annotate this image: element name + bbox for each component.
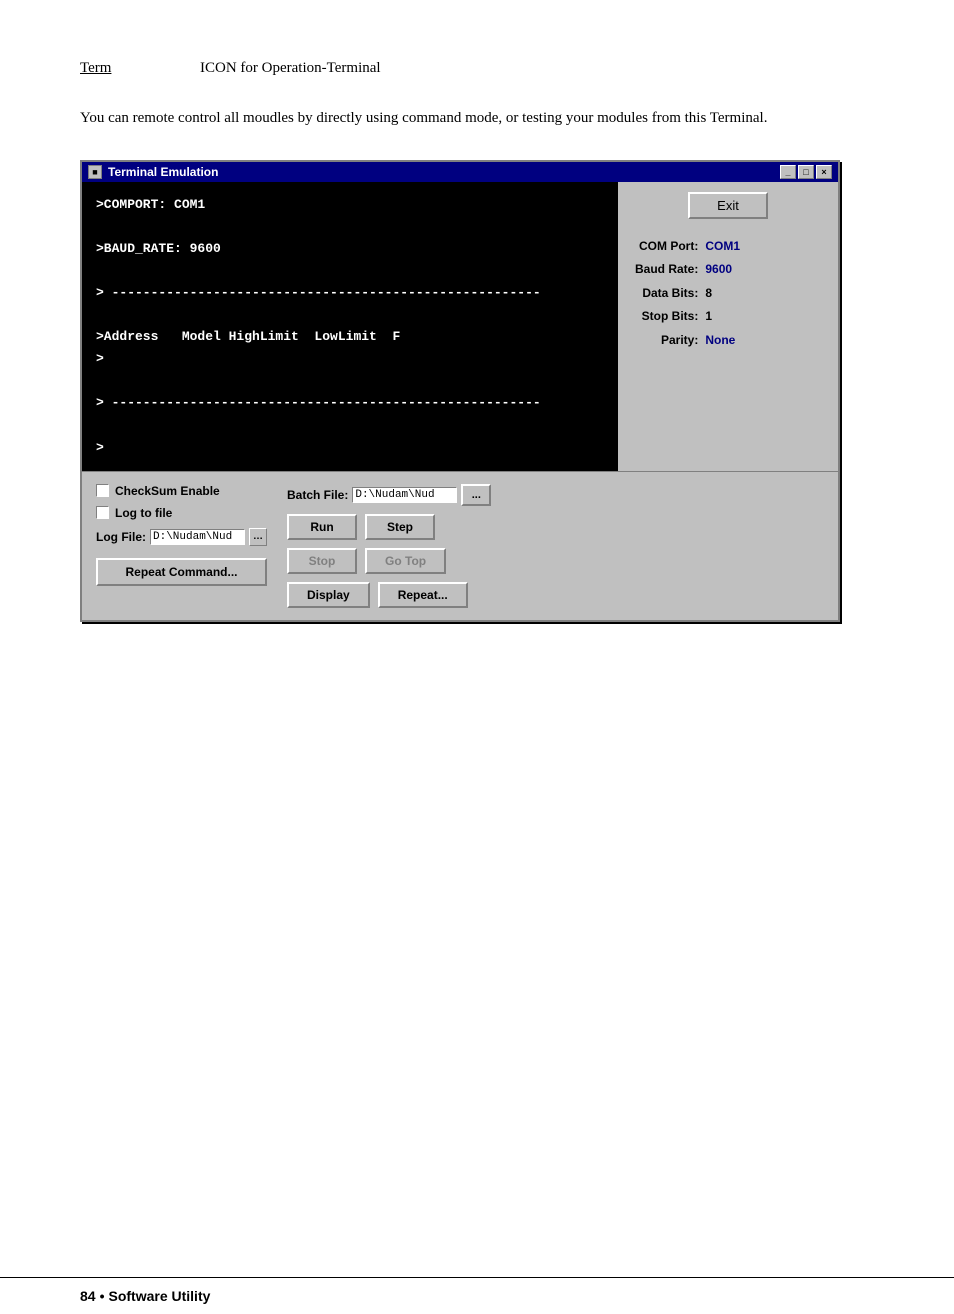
restore-button[interactable]: □ — [798, 165, 814, 179]
baud-rate-label: Baud Rate: — [632, 258, 702, 282]
repeat-button[interactable]: Repeat... — [378, 582, 468, 608]
com-port-value: COM1 — [702, 235, 743, 259]
terminal-line: >Address Model HighLimit LowLimit F — [96, 326, 604, 348]
stop-bits-value: 1 — [702, 305, 743, 329]
display-repeat-row: Display Repeat... — [287, 582, 491, 608]
term-description: ICON for Operation-Terminal — [200, 60, 381, 77]
terminal-line: > --------------------------------------… — [96, 282, 604, 304]
data-bits-value: 8 — [702, 282, 743, 306]
stop-button[interactable]: Stop — [287, 548, 357, 574]
baud-rate-value: 9600 — [702, 258, 743, 282]
log-row: Log to file — [96, 506, 267, 520]
stop-gotop-row: Stop Go Top — [287, 548, 491, 574]
term-label: Term — [80, 60, 160, 77]
footer-page-number: 84 — [80, 1288, 96, 1304]
terminal-titlebar-icon: ■ — [88, 165, 102, 179]
run-button[interactable]: Run — [287, 514, 357, 540]
terminal-line — [96, 260, 604, 282]
terminal-line: > --------------------------------------… — [96, 392, 604, 414]
exit-button[interactable]: Exit — [688, 192, 768, 219]
terminal-line — [96, 414, 604, 436]
page-footer: 84 • Software Utility — [0, 1277, 954, 1314]
log-file-input[interactable] — [150, 529, 245, 545]
titlebar-buttons: _ □ × — [780, 165, 832, 179]
parity-label: Parity: — [632, 329, 702, 353]
minimize-button[interactable]: _ — [780, 165, 796, 179]
log-browse-button[interactable]: … — [249, 528, 267, 546]
stop-bits-label: Stop Bits: — [632, 305, 702, 329]
display-button[interactable]: Display — [287, 582, 370, 608]
terminal-title: Terminal Emulation — [108, 165, 218, 179]
term-row: Term ICON for Operation-Terminal — [80, 60, 874, 77]
control-panel: CheckSum Enable Log to file Log File: … … — [82, 471, 838, 620]
checksum-label: CheckSum Enable — [115, 484, 220, 498]
footer-text: Software Utility — [108, 1288, 210, 1304]
terminal-screen[interactable]: >COMPORT: COM1 >BAUD_RATE: 9600 > ------… — [82, 182, 618, 471]
log-file-row: Log File: … — [96, 528, 267, 546]
terminal-line: >COMPORT: COM1 — [96, 194, 604, 216]
close-button[interactable]: × — [816, 165, 832, 179]
batch-file-input[interactable] — [352, 487, 457, 503]
go-top-button[interactable]: Go Top — [365, 548, 446, 574]
step-button[interactable]: Step — [365, 514, 435, 540]
terminal-line: > — [96, 348, 604, 370]
log-file-label: Log File: — [96, 530, 146, 544]
parity-value: None — [702, 329, 743, 353]
log-checkbox[interactable] — [96, 506, 109, 519]
batch-row: Batch File: ... — [287, 484, 491, 506]
terminal-right-panel: Exit COM Port: COM1 Baud Rate: 9600 Data… — [618, 182, 838, 471]
terminal-window: ■ Terminal Emulation _ □ × >COMPORT: COM… — [80, 160, 840, 622]
com-info: COM Port: COM1 Baud Rate: 9600 Data Bits… — [632, 235, 743, 353]
intro-text: You can remote control all moudles by di… — [80, 107, 840, 130]
terminal-line — [96, 304, 604, 326]
run-step-row: Run Step — [287, 514, 491, 540]
checksum-checkbox[interactable] — [96, 484, 109, 497]
control-left: CheckSum Enable Log to file Log File: … … — [96, 484, 267, 608]
titlebar-left: ■ Terminal Emulation — [88, 165, 218, 179]
terminal-line — [96, 216, 604, 238]
checksum-row: CheckSum Enable — [96, 484, 267, 498]
control-right: Batch File: ... Run Step Stop Go Top Dis… — [287, 484, 491, 608]
com-port-label: COM Port: — [632, 235, 702, 259]
terminal-line: > — [96, 437, 604, 459]
batch-browse-button[interactable]: ... — [461, 484, 491, 506]
footer-separator: • — [100, 1288, 105, 1304]
terminal-body: >COMPORT: COM1 >BAUD_RATE: 9600 > ------… — [82, 182, 838, 471]
terminal-line: >BAUD_RATE: 9600 — [96, 238, 604, 260]
terminal-titlebar: ■ Terminal Emulation _ □ × — [82, 162, 838, 182]
log-label: Log to file — [115, 506, 172, 520]
batch-file-label: Batch File: — [287, 488, 348, 502]
data-bits-label: Data Bits: — [632, 282, 702, 306]
repeat-command-button[interactable]: Repeat Command... — [96, 558, 267, 586]
terminal-line — [96, 370, 604, 392]
